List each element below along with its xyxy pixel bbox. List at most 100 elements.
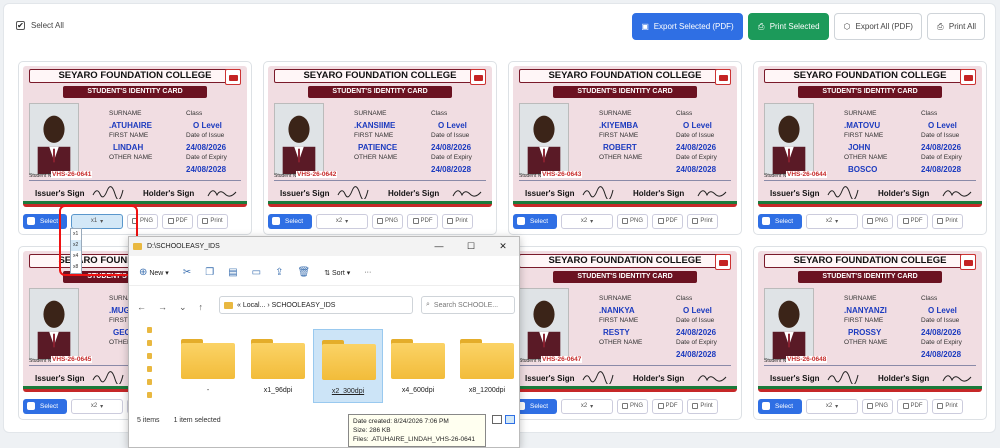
copy-icon[interactable]: ❐ xyxy=(205,267,214,278)
folder-item[interactable]: x8_1200dpi xyxy=(452,329,522,403)
select-card-button[interactable]: Select xyxy=(758,398,802,414)
print-card-button[interactable]: Print xyxy=(932,213,963,229)
id-card-face: SEYARO FOUNDATION COLLEGE STUDENT'S IDEN… xyxy=(758,66,982,207)
scale-select[interactable]: x2 ▾ xyxy=(316,213,368,229)
id-card-face: SEYARO FOUNDATION COLLEGE STUDENT'S IDEN… xyxy=(268,66,492,207)
png-button[interactable]: PNG xyxy=(617,398,648,414)
scale-select[interactable]: x2 ▾ xyxy=(71,398,123,414)
select-card-button[interactable]: Select xyxy=(268,213,312,229)
scale-dropdown-list[interactable]: x1 x2 x4 x8 xyxy=(70,228,82,274)
folder-icon[interactable] xyxy=(147,379,152,385)
tooltip-date: Date created: 8/24/2026 7:06 PM xyxy=(353,418,449,425)
issuer-signature xyxy=(582,371,614,384)
select-card-button[interactable]: Select xyxy=(758,213,802,229)
more-options-icon[interactable]: ··· xyxy=(364,269,371,276)
id-card-face: SEYARO FOUNDATION COLLEGE STUDENT'S IDEN… xyxy=(513,66,737,207)
close-button[interactable]: ✕ xyxy=(487,237,519,256)
print-all-button[interactable]: ⎙ Print All xyxy=(926,13,985,40)
first-name-label: FIRST NAME xyxy=(844,132,884,139)
scale-option[interactable]: x2 xyxy=(71,240,81,251)
scale-select[interactable]: x2 ▾ xyxy=(561,398,613,414)
scale-select[interactable]: x2 ▾ xyxy=(806,213,858,229)
print-card-button[interactable]: Print xyxy=(687,398,718,414)
other-name-value: BOSCO xyxy=(848,165,878,174)
folder-icon[interactable] xyxy=(147,392,152,398)
tiles-view-icon[interactable] xyxy=(505,415,515,424)
stripe-red xyxy=(513,204,737,207)
card-actions: Select x2 ▾ PNG PDF Print xyxy=(758,398,984,414)
export-selected-button[interactable]: ▣ Export Selected (PDF) xyxy=(631,13,743,40)
up-icon[interactable]: ↑ xyxy=(199,302,204,312)
checkbox-icon xyxy=(762,217,770,225)
scale-option[interactable]: x8 xyxy=(71,262,81,273)
select-all[interactable]: ✔ Select All xyxy=(16,21,64,30)
file-icon xyxy=(412,218,419,224)
select-all-checkbox[interactable]: ✔ xyxy=(16,21,25,30)
card-actions: Select x2 ▾ PNG PDF Print xyxy=(758,213,984,229)
divider xyxy=(274,180,486,181)
folder-icon xyxy=(251,339,305,379)
minimize-button[interactable]: — xyxy=(423,237,455,256)
sort-button[interactable]: ⇅ Sort ▾ xyxy=(324,269,350,277)
pdf-label: PDF xyxy=(175,218,188,224)
folder-item[interactable]: - xyxy=(173,329,243,403)
folder-item[interactable]: x2_300dpi xyxy=(313,329,383,403)
scale-option[interactable]: x4 xyxy=(71,251,81,262)
folder-item[interactable]: x1_96dpi xyxy=(243,329,313,403)
folder-icon[interactable] xyxy=(147,353,152,359)
print-card-button[interactable]: Print xyxy=(687,213,718,229)
pdf-button[interactable]: PDF xyxy=(652,398,683,414)
print-card-button[interactable]: Print xyxy=(442,213,473,229)
png-label: PNG xyxy=(874,218,888,224)
png-button[interactable]: PNG xyxy=(617,213,648,229)
back-icon[interactable]: ← xyxy=(137,302,146,312)
print-card-button[interactable]: Print xyxy=(932,398,963,414)
share-icon[interactable]: ⇪ xyxy=(275,267,283,278)
search-input[interactable]: ⌕ Search SCHOOLE... xyxy=(421,296,515,314)
pdf-button[interactable]: PDF xyxy=(897,213,928,229)
folder-icon[interactable] xyxy=(147,340,152,346)
print-selected-button[interactable]: ⎙ Print Selected xyxy=(747,13,829,40)
folder-icon[interactable] xyxy=(147,366,152,372)
scale-select[interactable]: x2 ▾ xyxy=(561,213,613,229)
doi-label: Date of Issue xyxy=(921,317,960,324)
folder-icon xyxy=(224,301,233,309)
folder-icon[interactable] xyxy=(147,327,152,333)
pdf-button[interactable]: PDF xyxy=(407,213,438,229)
png-button[interactable]: PNG xyxy=(862,213,893,229)
details-view-icon[interactable] xyxy=(492,415,502,424)
school-name: SEYARO FOUNDATION COLLEGE xyxy=(274,69,486,83)
new-label: New xyxy=(149,270,164,277)
print-card-button[interactable]: Print xyxy=(197,213,228,229)
scale-select[interactable]: x2 ▾ xyxy=(806,398,858,414)
png-label: PNG xyxy=(139,218,153,224)
school-name: SEYARO FOUNDATION COLLEGE xyxy=(764,254,976,268)
folder-item[interactable]: x4_600dpi xyxy=(383,329,453,403)
delete-icon[interactable]: 🗑 xyxy=(297,267,310,278)
scale-option[interactable]: x1 xyxy=(71,229,81,240)
png-button[interactable]: PNG xyxy=(862,398,893,414)
select-card-button[interactable]: Select xyxy=(513,213,557,229)
print-all-label: Print All xyxy=(948,22,976,31)
cut-icon[interactable]: ✂ xyxy=(183,267,191,278)
sort-label: Sort xyxy=(332,269,345,277)
holder-signature xyxy=(697,190,727,197)
pdf-button[interactable]: PDF xyxy=(162,213,193,229)
holder-signature xyxy=(452,190,482,197)
pdf-button[interactable]: PDF xyxy=(652,213,683,229)
class-label: Class xyxy=(186,110,203,117)
select-card-button[interactable]: Select xyxy=(23,398,67,414)
new-button[interactable]: ⊕ New ▾ xyxy=(139,267,169,278)
pdf-label: PDF xyxy=(665,403,678,409)
stripe-red xyxy=(758,389,982,392)
export-all-button[interactable]: ⬡ Export All (PDF) xyxy=(833,13,922,40)
paste-icon[interactable]: ▤ xyxy=(228,267,237,278)
forward-icon[interactable]: → xyxy=(158,302,167,312)
maximize-button[interactable]: ☐ xyxy=(455,237,487,256)
chevron-down-icon[interactable]: ⌄ xyxy=(179,302,187,313)
address-bar[interactable]: « Local... › SCHOOLEASY_IDS xyxy=(219,296,413,314)
png-button[interactable]: PNG xyxy=(372,213,403,229)
pdf-label: PDF xyxy=(910,403,923,409)
pdf-button[interactable]: PDF xyxy=(897,398,928,414)
rename-icon[interactable]: ▭ xyxy=(252,267,261,278)
